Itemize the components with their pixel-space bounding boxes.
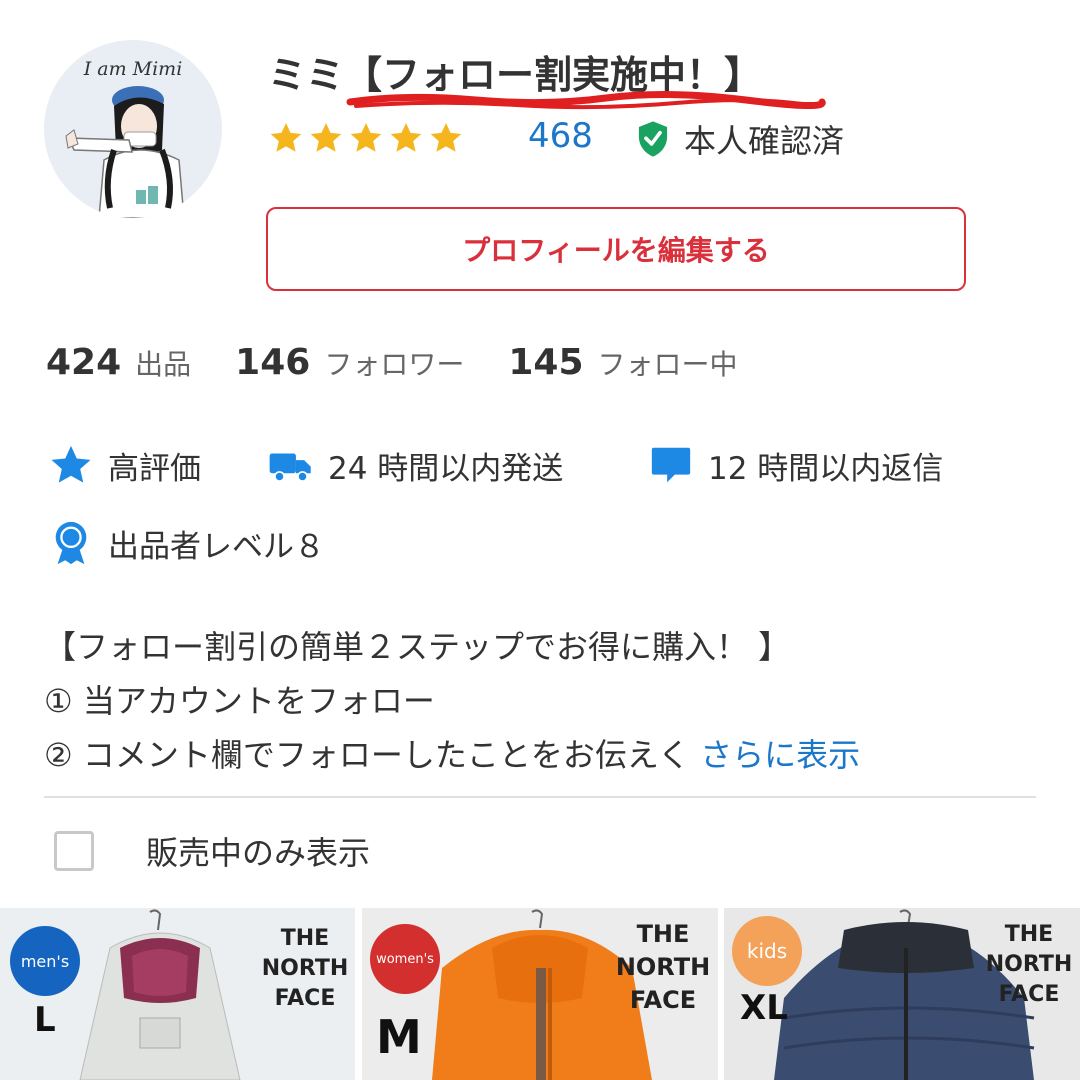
badge-seller-level: 出品者レベル８ xyxy=(48,520,325,566)
size-label: L xyxy=(34,1000,56,1040)
stat-value: 146 xyxy=(235,342,311,383)
badge-label: 12 時間以内返信 xyxy=(708,450,944,487)
star-icon xyxy=(430,123,462,152)
brand-line: THE xyxy=(636,920,690,948)
brand-line: THE xyxy=(280,926,330,951)
avatar[interactable]: I am Mimi xyxy=(44,40,222,218)
chat-bubble-icon xyxy=(651,447,691,483)
star-icon xyxy=(390,123,422,152)
filter-label: 販売中のみ表示 xyxy=(146,834,371,872)
edit-profile-button[interactable]: プロフィールを編集する xyxy=(266,207,966,291)
product-card[interactable]: kids XL THE NORTH FACE xyxy=(724,908,1080,1080)
brand-line: NORTH xyxy=(615,953,711,981)
badge-label: 24 時間以内発送 xyxy=(328,450,564,487)
description-line: ① 当アカウントをフォロー xyxy=(44,682,435,720)
rating-stars[interactable] xyxy=(268,118,464,158)
description-line: ② コメント欄でフォローしたことをお伝えく さらに表示 xyxy=(44,728,1044,782)
star-icon xyxy=(270,123,302,152)
shield-check-icon xyxy=(638,121,668,157)
size-label: XL xyxy=(740,988,788,1028)
verified-label: 本人確認済 xyxy=(684,122,845,160)
description-text: ② コメント欄でフォローしたことをお伝えく xyxy=(44,736,690,774)
brand-label: THE NORTH FACE xyxy=(250,924,355,1014)
rating-count[interactable]: 468 xyxy=(528,116,593,156)
avatar-illustration xyxy=(65,86,185,218)
brand-line: FACE xyxy=(629,986,697,1014)
brand-line: NORTH xyxy=(985,952,1073,977)
size-label: M xyxy=(376,1010,422,1064)
star-icon xyxy=(350,123,382,152)
brand-label: THE NORTH FACE xyxy=(608,918,718,1017)
category-badge: men's xyxy=(10,926,80,996)
brand-line: THE xyxy=(1004,922,1054,947)
stat-followers[interactable]: 146 フォロワー xyxy=(235,342,464,383)
stat-label: フォロー中 xyxy=(597,348,738,381)
stat-value: 145 xyxy=(508,342,584,383)
stat-label: フォロワー xyxy=(324,348,465,381)
product-card[interactable]: men's L THE NORTH FACE xyxy=(0,908,355,1080)
star-icon xyxy=(310,123,342,152)
stat-label: 出品 xyxy=(135,348,192,381)
stat-value: 424 xyxy=(46,342,122,383)
medal-icon xyxy=(55,521,87,565)
badge-label: 出品者レベル８ xyxy=(108,528,325,565)
brand-line: FACE xyxy=(274,986,336,1011)
show-more-link[interactable]: さらに表示 xyxy=(700,736,860,774)
truck-icon xyxy=(269,453,311,482)
star-icon xyxy=(51,445,91,483)
brand-label: THE NORTH FACE xyxy=(974,920,1080,1010)
stat-listings[interactable]: 424 出品 xyxy=(46,342,191,383)
brand-line: NORTH xyxy=(261,956,349,981)
category-badge: women's xyxy=(370,924,440,994)
divider xyxy=(44,796,1036,798)
product-card[interactable]: women's M THE NORTH FACE xyxy=(362,908,718,1080)
verified-badge: 本人確認済 xyxy=(636,116,844,162)
stat-following[interactable]: 145 フォロー中 xyxy=(508,342,737,383)
description-line: 【フォロー割引の簡単２ステップでお得に購入！ 】 xyxy=(44,628,791,666)
badge-high-rating: 高評価 xyxy=(48,442,201,488)
category-badge: kids xyxy=(732,916,802,986)
profile-description: 【フォロー割引の簡単２ステップでお得に購入！ 】 ① 当アカウントをフォロー ②… xyxy=(44,620,1044,782)
brand-line: FACE xyxy=(998,982,1060,1007)
badge-label: 高評価 xyxy=(108,450,201,487)
badge-shipping: 24 時間以内発送 xyxy=(268,442,563,488)
profile-stats: 424 出品 146 フォロワー 145 フォロー中 xyxy=(46,342,782,383)
on-sale-checkbox[interactable] xyxy=(54,831,94,871)
on-sale-filter[interactable]: 販売中のみ表示 xyxy=(54,828,370,874)
badge-reply: 12 時間以内返信 xyxy=(648,442,943,488)
name-highlight-scribble xyxy=(346,90,826,110)
